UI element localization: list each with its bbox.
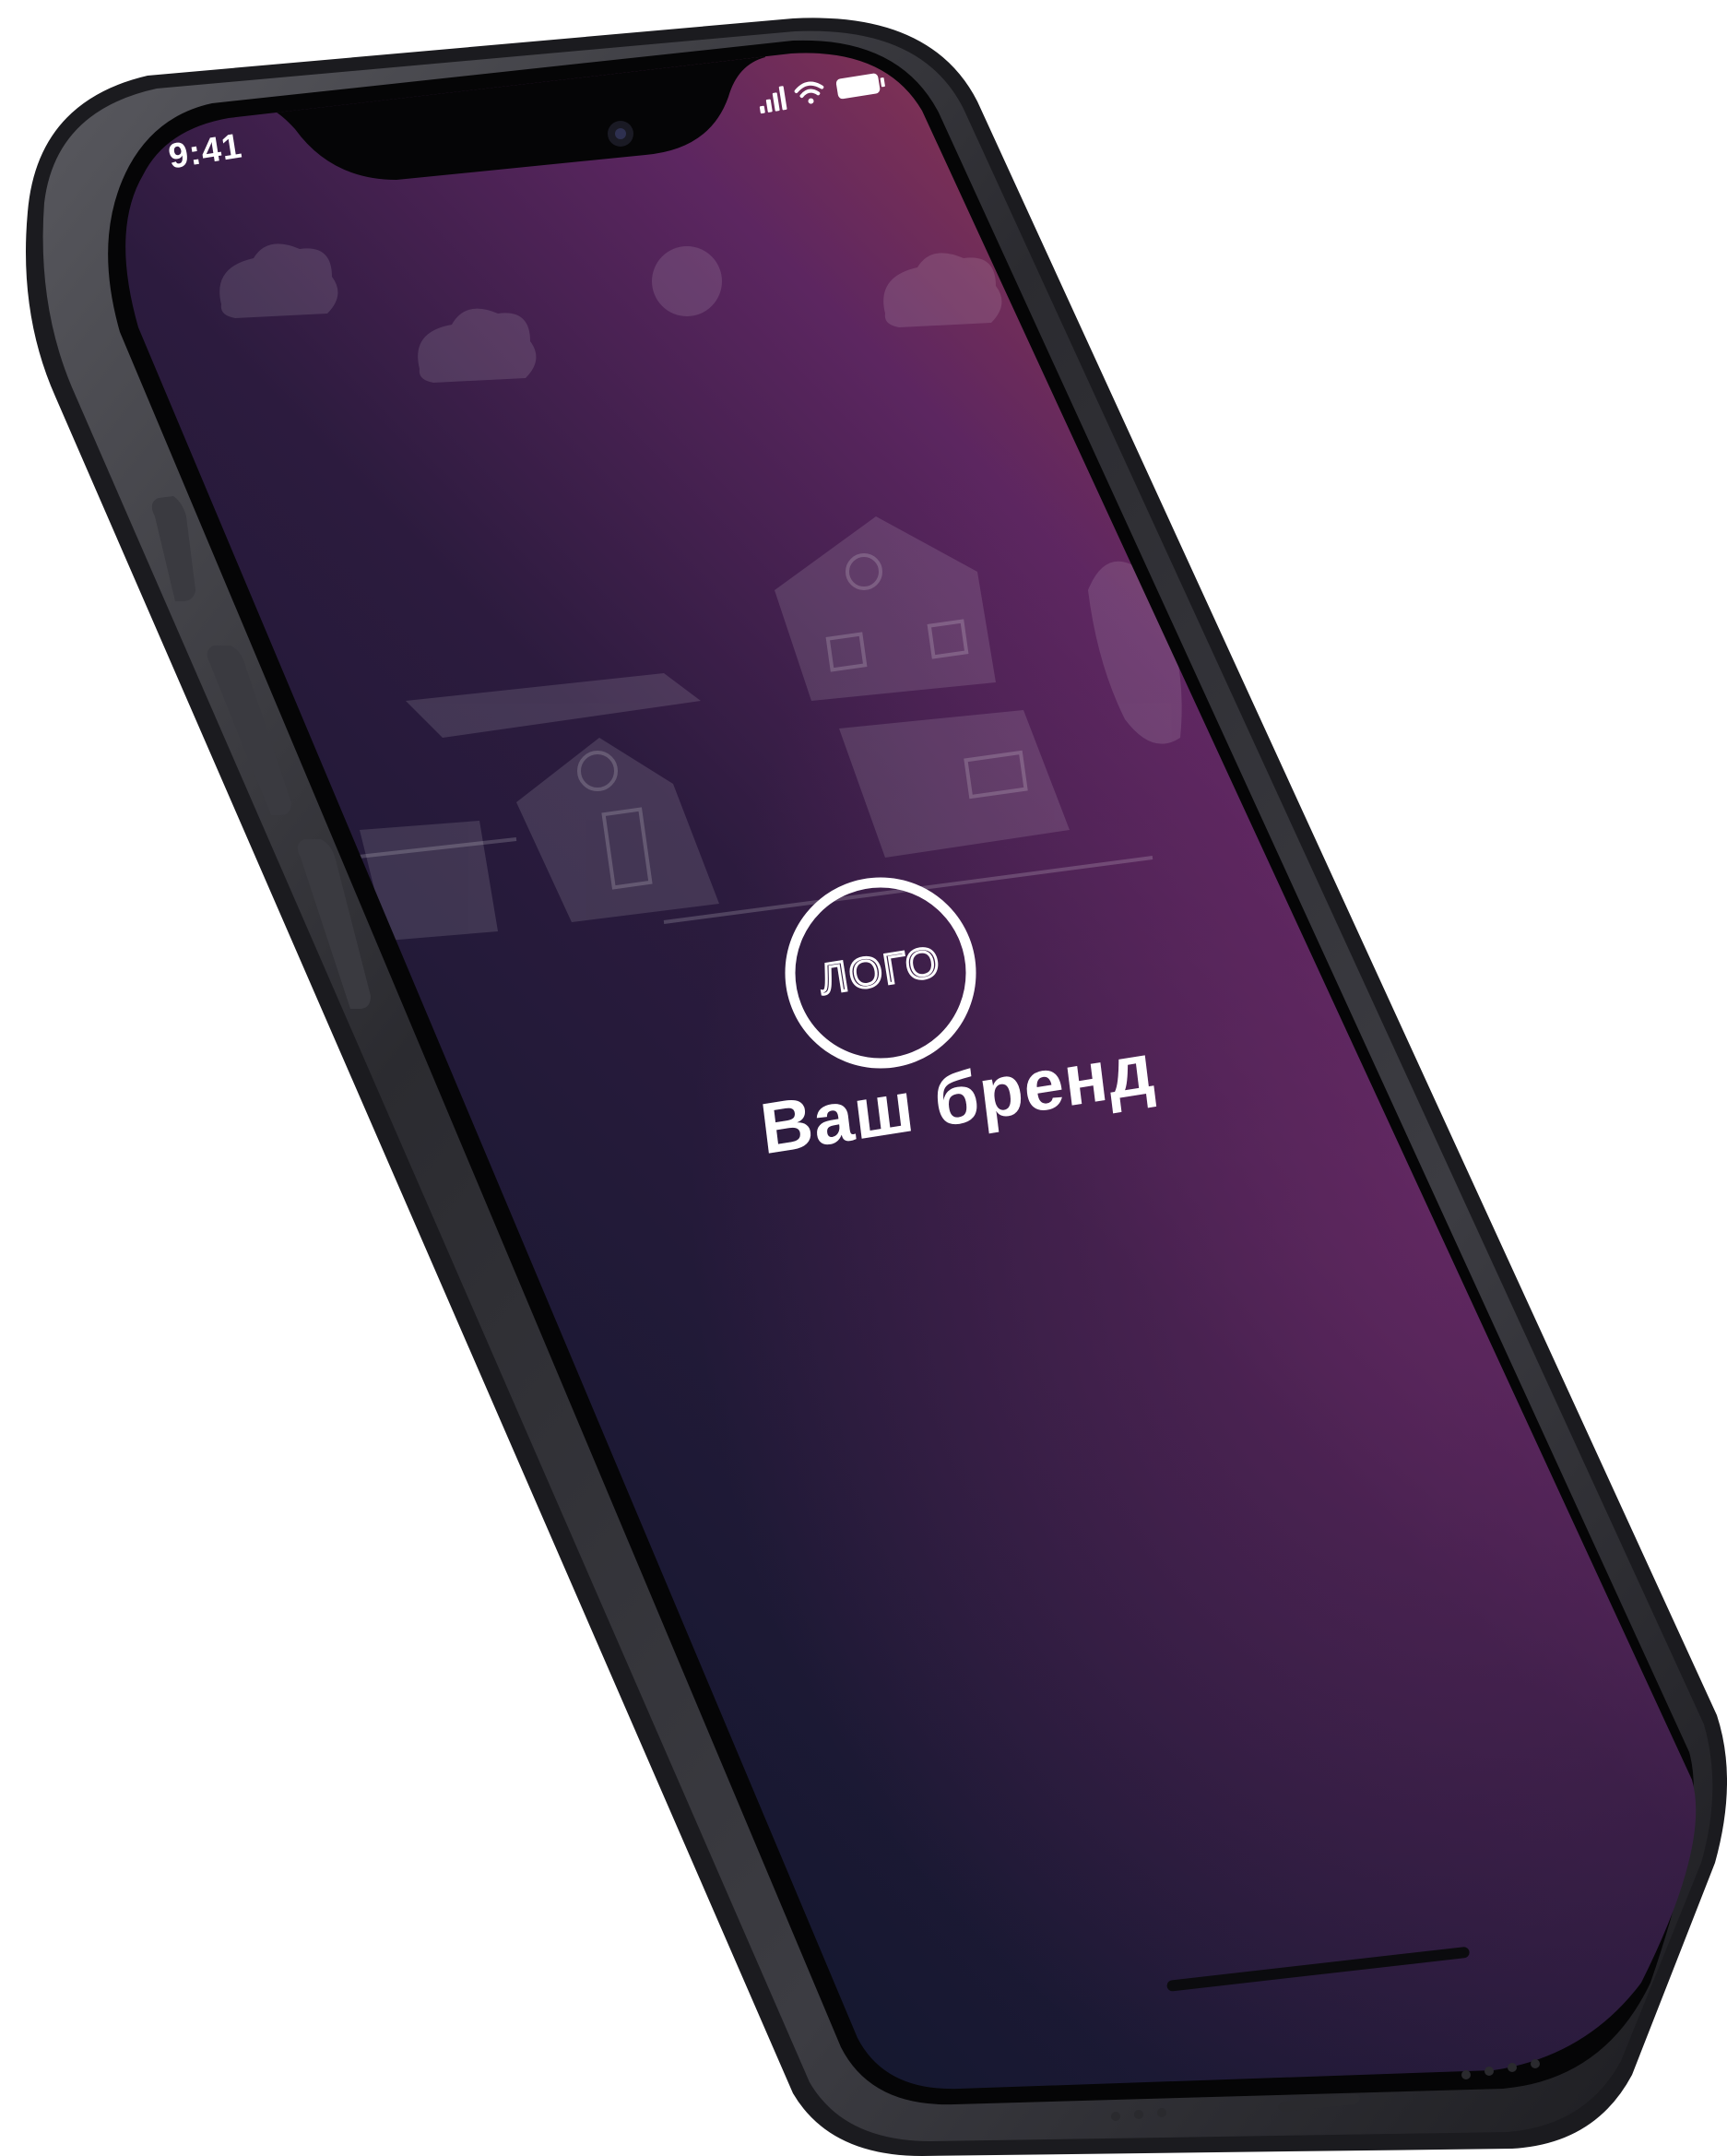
phone-screen bbox=[125, 53, 1697, 2090]
mockup-stage: 9:41 ЛОГО Ваш бренд bbox=[0, 0, 1727, 2156]
phone-mockup: 9:41 ЛОГО Ваш бренд bbox=[0, 0, 1727, 2156]
sun-icon bbox=[652, 246, 722, 316]
phone-device bbox=[26, 18, 1727, 2156]
